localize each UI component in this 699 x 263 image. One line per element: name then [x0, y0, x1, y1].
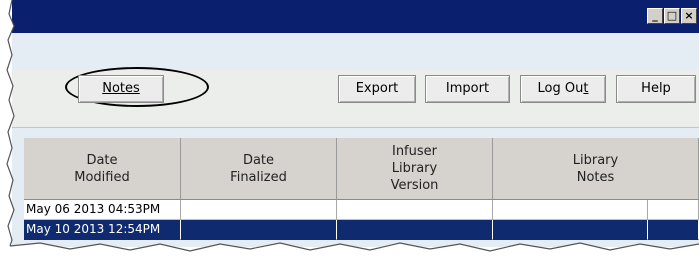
torn-edge-decoration	[0, 0, 699, 263]
